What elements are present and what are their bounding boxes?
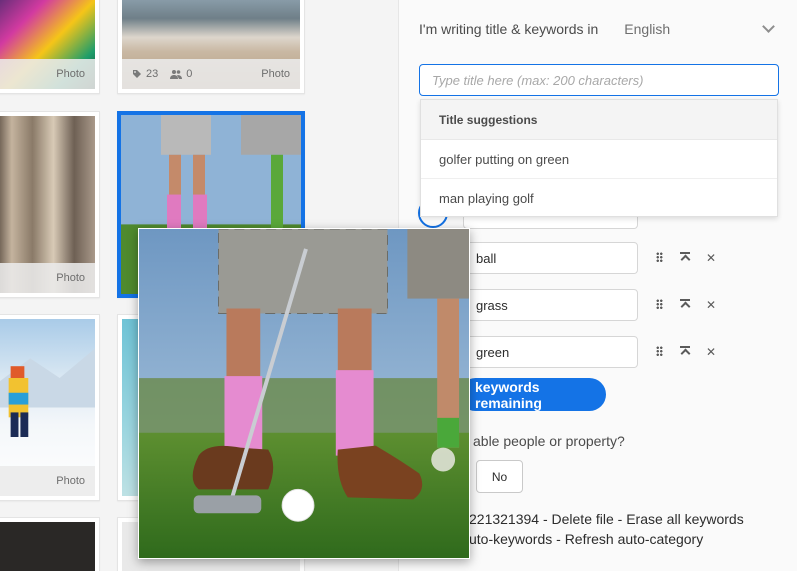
language-label: I'm writing title & keywords in (419, 21, 599, 37)
people-count-value: 0 (186, 68, 193, 80)
file-actions-line2[interactable]: uto-keywords - Refresh auto-category (469, 531, 703, 547)
tile-caption: Photo (0, 263, 95, 293)
suggestions-header: Title suggestions (421, 100, 777, 140)
tag-icon (133, 70, 141, 78)
move-to-top-icon[interactable] (672, 298, 698, 312)
tile-type-label: Photo (56, 272, 85, 284)
close-icon[interactable]: ✕ (698, 298, 724, 312)
recognizable-question: able people or property? (473, 433, 625, 449)
title-suggestions-dropdown: Title suggestions golfer putting on gree… (420, 99, 778, 217)
close-icon[interactable]: ✕ (698, 345, 724, 359)
tile-caption: Photo (0, 59, 95, 89)
drag-handle-icon[interactable] (646, 345, 672, 359)
chevron-down-icon[interactable] (762, 20, 775, 33)
tile-ski[interactable]: Photo (0, 314, 100, 501)
title-input[interactable] (419, 64, 779, 96)
golf-preview-image (139, 229, 469, 558)
keyword-field[interactable]: green (463, 336, 638, 368)
people-icon (170, 70, 183, 79)
suggestion-item[interactable]: golfer putting on green (421, 140, 777, 179)
image-preview-popup (138, 228, 470, 559)
thumbnail-image (0, 522, 95, 571)
move-to-top-icon[interactable] (672, 251, 698, 265)
keyword-row: ball ✕ (463, 242, 743, 274)
keyword-field[interactable]: ball (463, 242, 638, 274)
language-value[interactable]: English (624, 21, 670, 37)
tile-dark[interactable] (0, 517, 100, 571)
suggestion-item[interactable]: man playing golf (421, 179, 777, 218)
keyword-field[interactable]: grass (463, 289, 638, 321)
file-actions: 221321394 - Delete file - Erase all keyw… (469, 509, 744, 549)
drag-handle-icon[interactable] (646, 251, 672, 265)
drag-handle-icon[interactable] (646, 298, 672, 312)
keywords-remaining-badge: keywords remaining (459, 378, 606, 411)
tile-wall[interactable]: Photo (0, 111, 100, 298)
no-button[interactable]: No (476, 460, 523, 493)
people-count: 0 (170, 68, 192, 80)
tile-caption: 23 0 Photo (122, 59, 300, 89)
tile-caption: Photo (0, 466, 95, 496)
tile-type-label: Photo (56, 475, 85, 487)
tile-type-label: Photo (56, 68, 85, 80)
file-actions-line1[interactable]: 221321394 - Delete file - Erase all keyw… (469, 511, 744, 527)
move-to-top-icon[interactable] (672, 345, 698, 359)
close-icon[interactable]: ✕ (698, 251, 724, 265)
language-selector[interactable]: I'm writing title & keywords in English (419, 18, 779, 40)
tile-type-label: Photo (261, 68, 290, 80)
tile-beach[interactable]: 23 0 Photo (117, 0, 305, 94)
tag-count-value: 23 (146, 68, 159, 80)
tag-count: 23 (132, 68, 158, 80)
tile-kids[interactable]: Photo (0, 0, 100, 94)
keyword-row: grass ✕ (463, 289, 743, 321)
keyword-row: green ✕ (463, 336, 743, 368)
